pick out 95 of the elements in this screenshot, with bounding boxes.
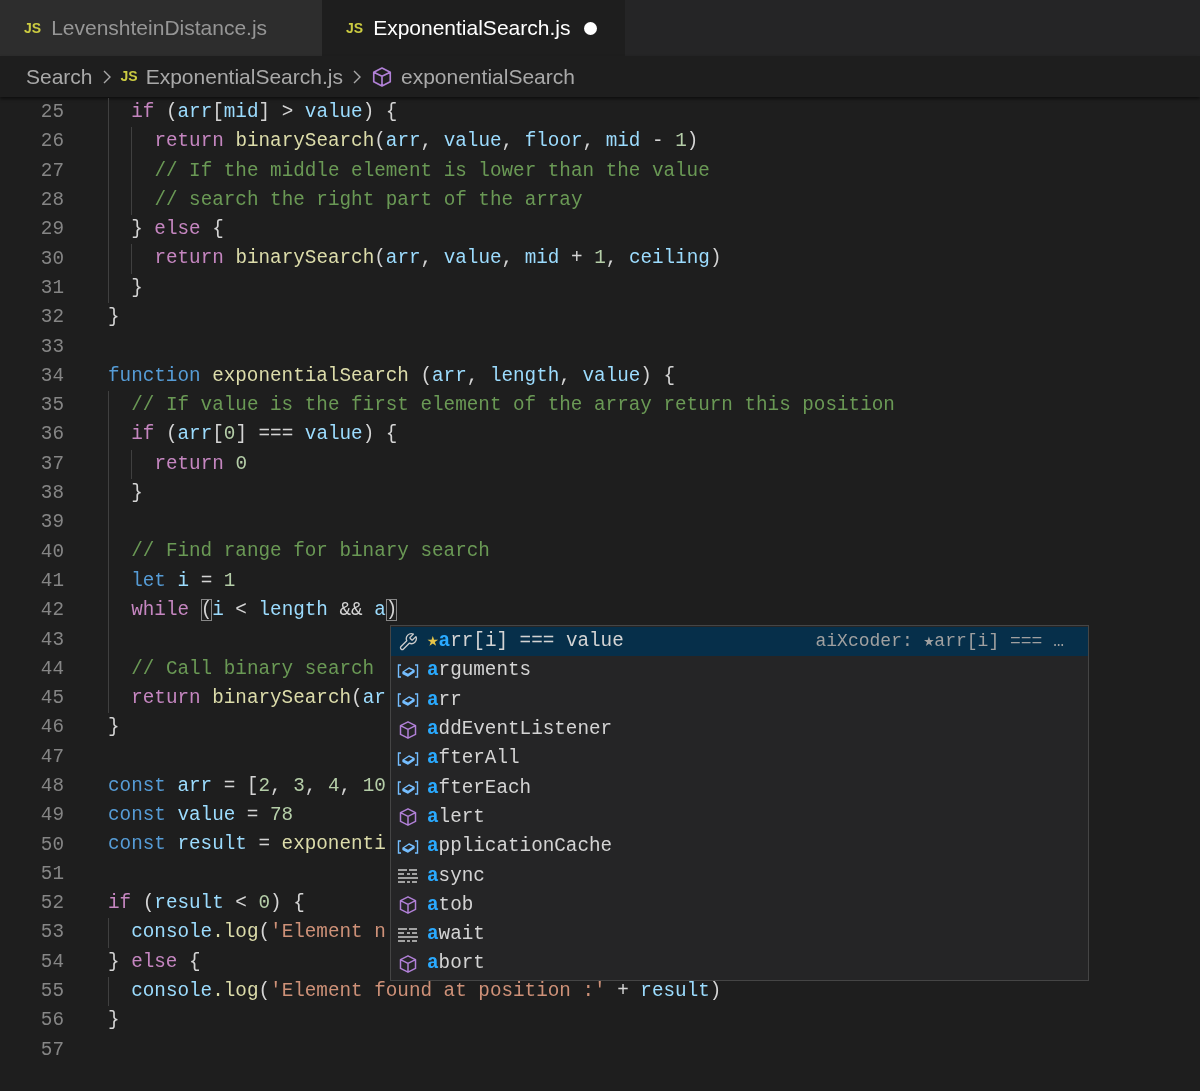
cube-icon <box>398 807 418 828</box>
line-number: 56 <box>39 1008 64 1034</box>
code-line: // If value is the first element of the array return this position <box>108 390 895 421</box>
line-number: 29 <box>39 217 64 243</box>
line-number: 48 <box>39 774 64 799</box>
line-number: 32 <box>39 305 64 331</box>
code-line: if (result < 0) { <box>108 891 305 916</box>
code-line: } else { <box>108 949 201 975</box>
editor-tab[interactable]: JS LevenshteinDistance.js <box>0 0 322 56</box>
code-line: const value = 78 <box>108 803 294 829</box>
code-line: if (arr[mid] > value) { <box>108 98 398 128</box>
wrench-icon <box>397 631 419 652</box>
suggestion-item[interactable]: async <box>391 861 1088 891</box>
cube-icon <box>398 953 418 974</box>
line-number: 38 <box>39 481 64 507</box>
editor-tab[interactable]: JS ExponentialSearch.js <box>322 0 625 56</box>
line-number: 50 <box>39 832 64 858</box>
code-line: // If the middle element is lower than the value <box>108 156 710 186</box>
line-number: 39 <box>39 510 64 536</box>
line-number: 43 <box>39 627 64 653</box>
line-number: 25 <box>39 100 64 126</box>
breadcrumb-item[interactable]: Search <box>26 60 93 93</box>
line-number: 46 <box>39 715 64 741</box>
line-number: 37 <box>39 451 64 477</box>
suggestion-item[interactable]: abort <box>391 949 1088 979</box>
code-line: // search the right part of the array <box>108 185 583 216</box>
code-line: const result = exponenti <box>108 832 386 858</box>
line-number: 30 <box>39 246 64 272</box>
line-number: 49 <box>39 803 64 829</box>
variable-icon <box>397 779 419 798</box>
variable-icon <box>397 749 419 768</box>
code-line: return binarySearch(ar <box>108 683 386 714</box>
line-number: 31 <box>39 275 64 301</box>
code-line: if (arr[0] === value) { <box>108 420 398 450</box>
suggestion-item[interactable]: arr <box>391 685 1088 715</box>
line-number: 47 <box>39 744 64 770</box>
line-number: 52 <box>39 891 64 917</box>
suggestion-item[interactable]: atob <box>391 890 1088 920</box>
variable-icon <box>397 661 419 680</box>
js-file-icon: JS <box>346 17 364 39</box>
keyword-icon <box>397 867 419 885</box>
code-line: while (i < length && a) <box>108 596 398 626</box>
code-line: } <box>108 273 143 304</box>
keyword-icon <box>397 925 419 944</box>
line-number: 26 <box>39 129 64 155</box>
code-line: } <box>108 715 120 741</box>
code-line: } <box>108 1008 120 1034</box>
tab-label: LevenshteinDistance.js <box>51 15 268 42</box>
suggestion-item[interactable]: ★arr[i] === value aiXcoder: ★arr[i] === … <box>391 627 1088 657</box>
line-number: 57 <box>39 1037 64 1063</box>
line-number: 28 <box>39 188 64 214</box>
line-number: 55 <box>39 979 64 1005</box>
code-line: return 0 <box>108 449 247 479</box>
code-line: let i = 1 <box>108 566 236 597</box>
suggestion-item[interactable]: addEventListener <box>391 714 1088 745</box>
suggestion-item[interactable]: alert <box>391 802 1088 833</box>
line-number: 53 <box>39 920 64 946</box>
variable-icon <box>397 837 419 856</box>
tab-label: ExponentialSearch.js <box>373 15 571 42</box>
breadcrumb-item[interactable]: exponentialSearch <box>400 60 575 93</box>
variable-icon <box>397 691 419 710</box>
code-line: } else { <box>108 215 224 245</box>
line-number: 45 <box>39 686 64 712</box>
cube-icon <box>398 895 418 916</box>
code-line: return binarySearch(arr, value, floor, mid - 1) <box>108 127 699 157</box>
breadcrumb-item[interactable]: ExponentialSearch.js <box>145 60 343 93</box>
code-line: console.log('Element found at position :' + result) <box>108 976 722 1007</box>
suggestion-item[interactable]: afterEach <box>391 773 1088 803</box>
line-number: 27 <box>39 158 64 184</box>
code-line: // Call binary search <box>108 654 375 684</box>
line-number: 40 <box>39 539 64 565</box>
code-line: // Find range for binary search <box>108 537 490 567</box>
line-number: 33 <box>39 334 64 360</box>
code-line: const arr = [2, 3, 4, 10 <box>108 773 386 799</box>
line-number: 35 <box>39 393 64 419</box>
suggestion-item[interactable]: await <box>391 919 1088 950</box>
js-file-icon: JS <box>120 66 138 87</box>
suggestion-item[interactable]: afterAll <box>391 744 1088 774</box>
code-line: } <box>108 305 120 331</box>
line-number: 44 <box>39 656 64 682</box>
line-number: 34 <box>39 363 64 389</box>
js-file-icon: JS <box>24 17 42 39</box>
code-line: return binarySearch(arr, value, mid + 1, ceiling) <box>108 244 722 274</box>
code-line: console.log('Element n <box>108 918 386 948</box>
line-number: 42 <box>39 598 64 624</box>
line-number: 41 <box>39 568 64 594</box>
line-number: 51 <box>39 861 64 887</box>
suggestion-item[interactable]: arguments <box>391 656 1088 686</box>
line-number: 54 <box>39 949 64 975</box>
cube-icon <box>398 719 418 740</box>
line-number: 36 <box>39 422 64 448</box>
cube-icon <box>370 65 393 88</box>
code-line: } <box>108 478 143 509</box>
code-line: function exponentialSearch (arr, length, value) { <box>108 363 676 389</box>
suggestion-item[interactable]: applicationCache <box>391 832 1088 862</box>
